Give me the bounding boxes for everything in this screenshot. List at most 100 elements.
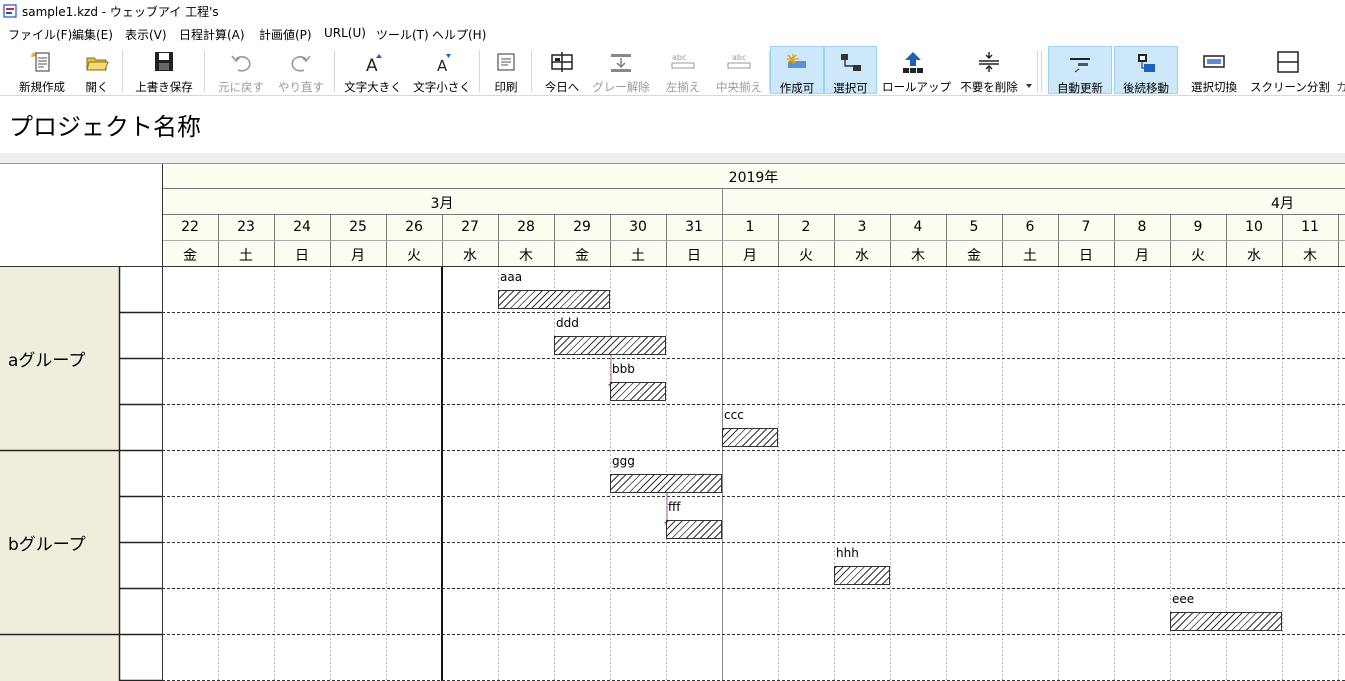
task-bar[interactable]	[834, 566, 890, 585]
font-larger-button[interactable]: A 文字大きく	[342, 46, 404, 94]
weekday-label: 土	[631, 248, 645, 264]
task-bar[interactable]	[498, 290, 610, 309]
day-label: 27	[461, 219, 479, 235]
menu-help[interactable]: ヘルプ(H)	[432, 26, 486, 43]
align-center-button[interactable]: abc 中央揃え	[713, 46, 765, 94]
menu-schedule[interactable]: 日程計算(A)	[179, 26, 245, 43]
task-bar[interactable]	[610, 474, 722, 493]
dropdown-arrow-icon[interactable]	[1026, 84, 1032, 88]
day-label: 9	[1193, 219, 1203, 235]
weekday-label: 水	[855, 248, 869, 264]
rollup-arrow-icon	[903, 52, 923, 73]
open-button[interactable]: 開く	[77, 46, 117, 94]
new-button[interactable]: 新規作成	[10, 46, 74, 94]
day-label: 5	[969, 219, 979, 235]
select-toggle-icon	[1203, 55, 1225, 68]
rollup-button[interactable]: ロールアップ	[882, 46, 951, 94]
auto-update-button[interactable]: 自動更新	[1048, 46, 1112, 95]
weekday-label: 月	[1135, 248, 1149, 264]
group-label[interactable]: aグループ	[8, 346, 85, 371]
split-screen-button[interactable]: スクリーン分割	[1250, 46, 1330, 94]
undo-arrow-icon	[231, 55, 251, 72]
task-bar[interactable]	[1170, 612, 1282, 631]
redo-button[interactable]: やり直す	[273, 46, 329, 94]
window-title: sample1.kzd - ウェッブアイ 工程's	[22, 5, 219, 19]
menu-plan[interactable]: 計画値(P)	[259, 26, 312, 43]
redo-arrow-icon	[291, 55, 311, 72]
font-larger-icon: A	[366, 54, 382, 74]
today-button[interactable]: 今日へ	[538, 46, 586, 94]
menu-bar: ファイル(F) 編集(E) 表示(V) 日程計算(A) 計画値(P) URL(U…	[0, 22, 1345, 44]
create-bar-icon	[787, 54, 806, 68]
header-divider	[0, 153, 1345, 163]
svg-text:A: A	[437, 57, 448, 74]
gantt-grid-lines	[0, 163, 1345, 681]
weekday-label: 土	[239, 248, 253, 264]
select-link-icon	[840, 54, 861, 71]
year-label: 2019年	[728, 170, 779, 186]
task-name: ggg	[612, 454, 635, 468]
day-label: 4	[913, 219, 923, 235]
day-label: 26	[405, 219, 423, 235]
day-label: 23	[237, 219, 255, 235]
create-enable-button[interactable]: 作成可	[770, 46, 824, 95]
day-label: 25	[349, 219, 367, 235]
weekday-label: 水	[463, 248, 477, 264]
app-icon	[3, 4, 17, 18]
task-bar[interactable]	[666, 520, 722, 539]
weekday-label: 火	[407, 248, 421, 264]
project-title[interactable]: プロジェクト名称	[9, 107, 201, 142]
weekday-label: 日	[1079, 248, 1093, 264]
toolbar-separator	[122, 50, 123, 92]
save-button[interactable]: 上書き保存	[130, 46, 198, 94]
task-name: ccc	[724, 408, 744, 422]
task-bar[interactable]	[722, 428, 778, 447]
font-smaller-icon: A	[437, 54, 451, 74]
toolbar: 新規作成 開く 上書き保存 元に戻す やり直す A 文字大きく A 文字小さく …	[0, 44, 1345, 96]
day-label: 1	[745, 219, 755, 235]
group-label[interactable]: bグループ	[8, 530, 86, 555]
weekday-label: 木	[1303, 248, 1317, 264]
delete-unneeded-button[interactable]: 不要を削除	[951, 46, 1027, 94]
weekday-label: 月	[351, 248, 365, 264]
title-bar: sample1.kzd - ウェッブアイ 工程's	[0, 0, 1345, 22]
follow-move-button[interactable]: 後続移動	[1114, 46, 1178, 95]
svg-text:abc: abc	[732, 53, 746, 62]
weekday-label: 火	[799, 248, 813, 264]
toolbar-separator	[1041, 50, 1042, 92]
menu-url[interactable]: URL(U)	[324, 26, 366, 40]
select-enable-button[interactable]: 選択可	[824, 46, 877, 95]
task-name: eee	[1172, 592, 1195, 606]
gray-clear-icon	[611, 54, 631, 72]
svg-text:abc: abc	[672, 53, 686, 62]
select-toggle-button[interactable]: 選択切換	[1184, 46, 1244, 94]
split-screen-icon	[1277, 51, 1299, 73]
menu-view[interactable]: 表示(V)	[125, 26, 167, 43]
month-label: 3月	[430, 196, 454, 212]
weekday-label: 日	[295, 248, 309, 264]
day-label: 8	[1137, 219, 1147, 235]
menu-file[interactable]: ファイル(F)	[8, 26, 72, 43]
open-folder-icon	[86, 57, 109, 71]
floppy-disk-icon	[155, 52, 173, 71]
undo-button[interactable]: 元に戻す	[213, 46, 269, 94]
day-label: 11	[1301, 219, 1319, 235]
day-label: 30	[629, 219, 647, 235]
toolbar-separator	[1037, 50, 1038, 92]
task-bar[interactable]	[610, 382, 666, 401]
weekday-label: 金	[183, 248, 197, 264]
group-column-bg	[0, 266, 119, 681]
gray-clear-button[interactable]: グレー解除	[592, 46, 650, 94]
day-label: 31	[685, 219, 703, 235]
menu-edit[interactable]: 編集(E)	[72, 26, 113, 43]
weekday-label: 水	[1247, 248, 1261, 264]
new-document-icon	[31, 52, 50, 72]
menu-tools[interactable]: ツール(T)	[376, 26, 429, 43]
task-bar[interactable]	[554, 336, 666, 355]
gantt-grid: 2019年 3月 4月 22 金 23 土 24 日 25 月 26 火 27 水 28 木 29 金 30 土 31 日 1…	[0, 163, 1345, 681]
font-smaller-button[interactable]: A 文字小さく	[412, 46, 472, 94]
align-left-button[interactable]: abc 左揃え	[660, 46, 706, 94]
print-button[interactable]: 印刷	[486, 46, 526, 94]
today-icon	[551, 52, 573, 72]
weekday-label: 金	[967, 248, 981, 264]
